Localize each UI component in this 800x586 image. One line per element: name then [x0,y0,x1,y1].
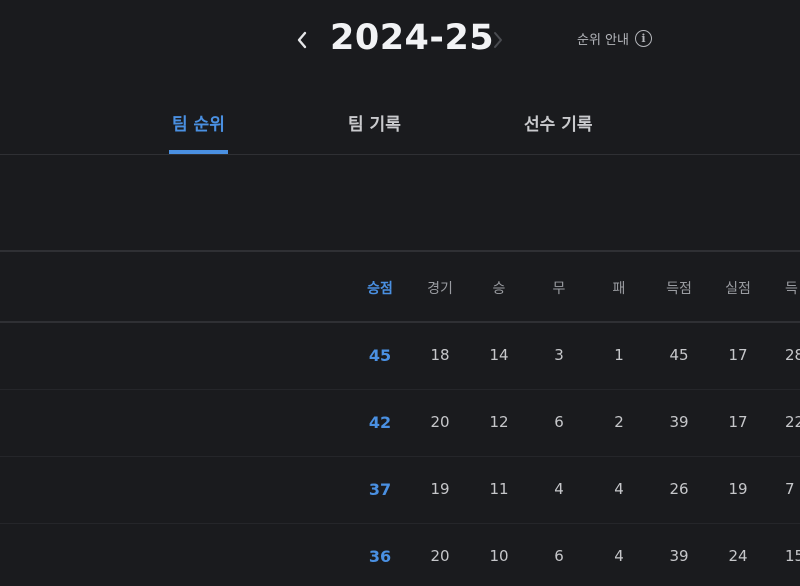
table-row[interactable]: 42 20 12 6 2 39 17 22 [0,390,800,457]
points-cell: 37 [368,480,392,499]
goals-for-cell: 39 [669,413,689,431]
season-title: 2024-25 [330,18,495,58]
losses-cell: 2 [614,413,624,431]
table-row[interactable]: 45 18 14 3 1 45 17 28 [0,323,800,390]
standings-page: 2024-25 순위 안내 i 팀 순위 팀 기록 선수 기록 승점 경기 승 … [0,0,800,586]
draws-cell: 4 [554,480,564,498]
goal-difference-cell: 15 [785,547,800,565]
chevron-left-icon [297,31,307,49]
goal-difference-cell: 22 [785,413,800,431]
next-season-button[interactable] [488,26,508,54]
column-header-draws[interactable]: 무 [529,278,589,298]
ranking-guide-label: 순위 안내 [577,33,629,48]
table-row[interactable]: 36 20 10 6 4 39 24 15 [0,524,800,586]
points-cell: 45 [368,346,392,365]
standings-table: 승점 경기 승 무 패 득점 실점 득 45 18 14 3 1 45 17 2… [0,250,800,586]
tab-team-records[interactable]: 팀 기록 [348,110,401,154]
goals-for-cell: 39 [669,547,689,565]
column-header-wins[interactable]: 승 [469,278,529,298]
goals-against-cell: 24 [728,547,748,565]
tab-bar: 팀 순위 팀 기록 선수 기록 [0,96,800,155]
wins-cell: 10 [489,547,509,565]
tab-team-standings[interactable]: 팀 순위 [169,110,228,154]
table-header: 승점 경기 승 무 패 득점 실점 득 [0,252,800,323]
losses-cell: 1 [614,346,624,364]
draws-cell: 6 [554,413,564,431]
played-cell: 19 [430,480,450,498]
points-cell: 36 [368,547,392,566]
losses-cell: 4 [614,547,624,565]
draws-cell: 3 [554,346,564,364]
goals-for-cell: 45 [669,346,689,364]
wins-cell: 11 [489,480,509,498]
played-cell: 18 [430,346,450,364]
goals-against-cell: 19 [728,480,748,498]
draws-cell: 6 [554,547,564,565]
tab-player-records[interactable]: 선수 기록 [524,110,592,154]
played-cell: 20 [430,547,450,565]
goals-against-cell: 17 [728,346,748,364]
column-header-points[interactable]: 승점 [350,278,410,298]
table-row[interactable]: 37 19 11 4 4 26 19 7 [0,457,800,524]
goal-difference-cell: 7 [785,480,795,498]
prev-season-button[interactable] [292,26,312,54]
column-header-goals-for[interactable]: 득점 [649,278,709,298]
wins-cell: 14 [489,346,509,364]
column-header-goals-against[interactable]: 실점 [708,278,768,298]
points-cell: 42 [368,413,392,432]
ranking-guide-button[interactable]: 순위 안내 i [577,29,652,48]
played-cell: 20 [430,413,450,431]
season-selector: 2024-25 순위 안내 i [0,0,800,84]
column-header-played[interactable]: 경기 [410,278,470,298]
chevron-right-icon [494,32,502,48]
column-header-goal-difference[interactable]: 득 [785,278,800,298]
goals-against-cell: 17 [728,413,748,431]
goals-for-cell: 26 [669,480,689,498]
column-header-losses[interactable]: 패 [589,278,649,298]
losses-cell: 4 [614,480,624,498]
goal-difference-cell: 28 [785,346,800,364]
wins-cell: 12 [489,413,509,431]
info-icon: i [634,30,652,47]
